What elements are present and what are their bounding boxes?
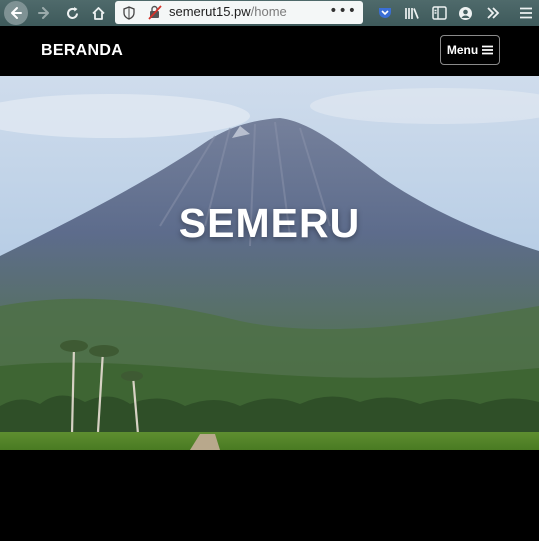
url-path: /home [250, 4, 287, 19]
double-chevron-icon [487, 7, 500, 19]
page-actions-button[interactable]: ••• [329, 3, 357, 19]
hero-section: SEMERU [0, 76, 539, 450]
url-domain: semerut15.pw [169, 4, 251, 19]
pocket-button[interactable] [374, 0, 396, 26]
back-button[interactable] [3, 0, 29, 26]
hero-background-image [0, 76, 539, 450]
browser-menu-button[interactable] [514, 0, 538, 26]
account-button[interactable] [454, 0, 476, 26]
library-button[interactable] [401, 0, 423, 26]
sidebar-button[interactable] [428, 0, 450, 26]
reload-button[interactable] [60, 0, 84, 26]
page-bottom-area [0, 450, 539, 541]
forward-button[interactable] [32, 0, 56, 26]
site-navbar: BERANDA Menu [0, 26, 539, 76]
home-icon [91, 6, 105, 20]
account-icon [458, 6, 472, 20]
hero-title: SEMERU [178, 200, 361, 246]
tracking-shield-icon[interactable] [123, 5, 135, 24]
browser-toolbar: semerut15.pw/home ••• [0, 0, 539, 26]
forward-arrow-icon [38, 7, 49, 19]
back-arrow-icon [4, 1, 28, 25]
home-button[interactable] [86, 0, 110, 26]
hamburger-icon [482, 45, 494, 55]
url-text: semerut15.pw/home [169, 4, 287, 19]
brand-link[interactable]: BERANDA [41, 42, 123, 60]
library-icon [405, 7, 419, 19]
reload-icon [66, 6, 78, 19]
more-tools-button[interactable] [482, 0, 504, 26]
hamburger-icon [520, 7, 532, 19]
pocket-icon [379, 8, 391, 18]
sidebar-icon [431, 6, 447, 20]
menu-toggle-button[interactable]: Menu [440, 35, 500, 65]
menu-label: Menu [446, 43, 479, 57]
insecure-lock-icon[interactable] [148, 5, 162, 24]
address-bar[interactable]: semerut15.pw/home ••• [115, 1, 363, 24]
